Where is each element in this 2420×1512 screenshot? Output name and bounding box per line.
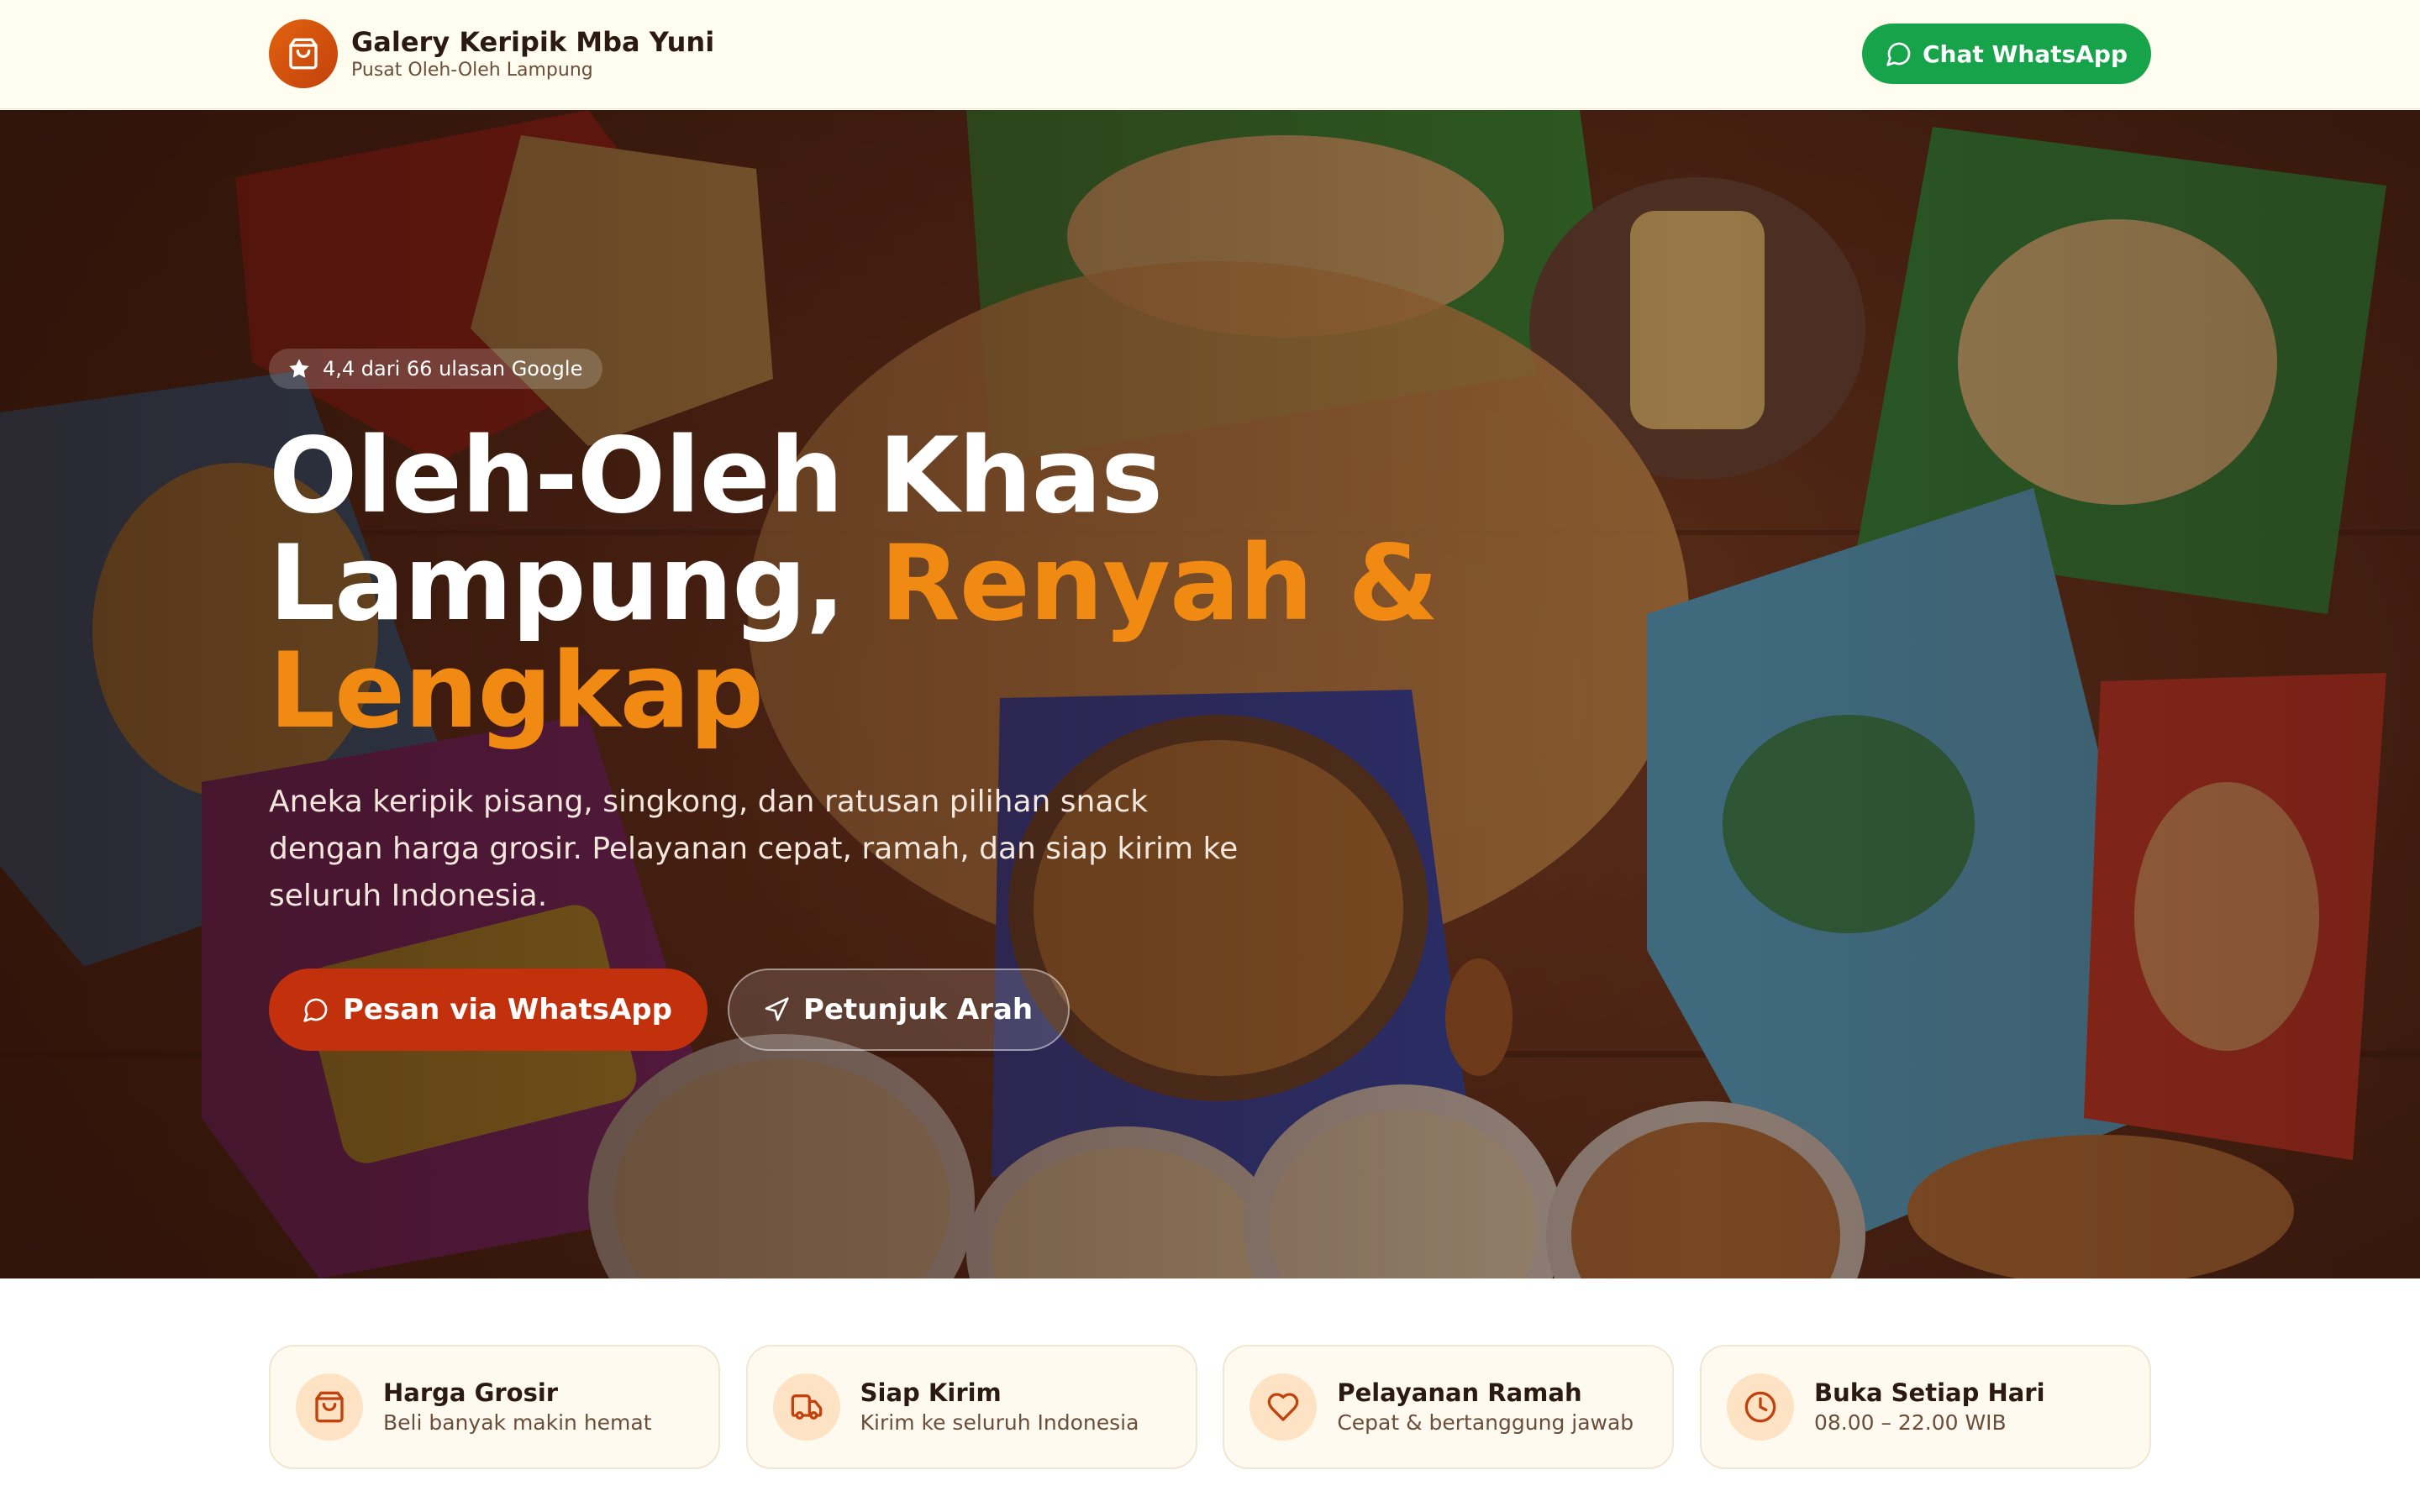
hero-section: 4,4 dari 66 ulasan Google Oleh-Oleh Khas… <box>0 110 2420 1278</box>
directions-button[interactable]: Petunjuk Arah <box>727 969 1071 1051</box>
feature-title: Buka Setiap Hari <box>1813 1378 2045 1407</box>
feature-title: Siap Kirim <box>860 1378 1002 1407</box>
star-icon <box>289 359 309 378</box>
site-header: Galery Keripik Mba Yuni Pusat Oleh-Oleh … <box>0 0 2420 109</box>
truck-icon <box>772 1373 840 1441</box>
feature-card-wholesale: Harga Grosir Beli banyak makin hemat <box>269 1345 720 1469</box>
feature-subtitle: Beli banyak makin hemat <box>383 1410 652 1435</box>
brand-tagline: Pusat Oleh-Oleh Lampung <box>351 60 593 81</box>
chat-bubble-icon <box>1886 42 1911 66</box>
shopping-bag-icon <box>269 19 338 88</box>
clock-icon <box>1726 1373 1794 1441</box>
feature-subtitle: 08.00 – 22.00 WIB <box>1813 1410 2007 1435</box>
hero-cta-row: Pesan via WhatsApp Petunjuk Arah <box>269 969 1445 1051</box>
headline-line-1: Oleh-Oleh Khas <box>269 416 1163 537</box>
feature-cards: Harga Grosir Beli banyak makin hemat Sia… <box>269 1345 2151 1469</box>
headline-line-3: Lengkap <box>269 631 764 752</box>
brand-name: Galery Keripik Mba Yuni <box>351 26 715 58</box>
feature-subtitle: Cepat & bertanggung jawab <box>1337 1410 1634 1435</box>
order-whatsapp-label: Pesan via WhatsApp <box>343 993 672 1026</box>
chat-bubble-icon <box>303 998 328 1022</box>
shopping-bag-icon <box>296 1373 363 1441</box>
headline-line-2: Lampung, <box>269 523 881 644</box>
brand[interactable]: Galery Keripik Mba Yuni Pusat Oleh-Oleh … <box>269 19 714 88</box>
feature-card-hours: Buka Setiap Hari 08.00 – 22.00 WIB <box>1699 1345 2151 1469</box>
feature-title: Pelayanan Ramah <box>1337 1378 1582 1407</box>
feature-card-service: Pelayanan Ramah Cepat & bertanggung jawa… <box>1223 1345 1675 1469</box>
feature-card-shipping: Siap Kirim Kirim ke seluruh Indonesia <box>745 1345 1197 1469</box>
hero-headline: Oleh-Oleh Khas Lampung, Renyah & Lengkap <box>269 423 1445 745</box>
hero-content: 4,4 dari 66 ulasan Google Oleh-Oleh Khas… <box>269 349 1445 1051</box>
chat-whatsapp-button[interactable]: Chat WhatsApp <box>1861 24 2151 84</box>
rating-badge: 4,4 dari 66 ulasan Google <box>269 349 603 389</box>
feature-title: Harga Grosir <box>383 1378 559 1407</box>
navigation-arrow-icon <box>765 997 789 1021</box>
rating-text: 4,4 dari 66 ulasan Google <box>323 357 583 381</box>
directions-label: Petunjuk Arah <box>802 993 1034 1026</box>
heart-icon <box>1249 1373 1318 1441</box>
hero-description: Aneka keripik pisang, singkong, dan ratu… <box>269 785 1239 913</box>
chat-whatsapp-label: Chat WhatsApp <box>1922 39 2128 68</box>
headline-accent: Renyah & <box>880 523 1439 644</box>
order-whatsapp-button[interactable]: Pesan via WhatsApp <box>269 969 708 1051</box>
feature-subtitle: Kirim ke seluruh Indonesia <box>860 1410 1139 1435</box>
